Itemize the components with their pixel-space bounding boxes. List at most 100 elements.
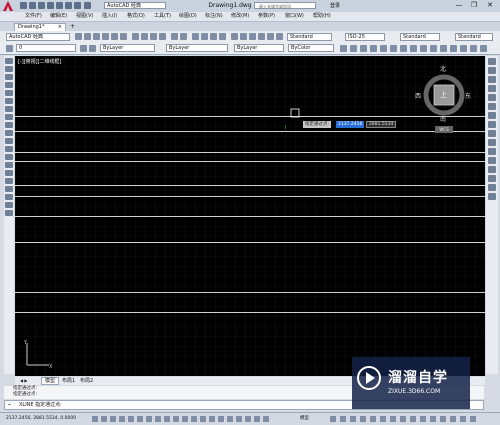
cloud-icon[interactable] [420,45,427,52]
make-current-icon[interactable] [80,45,87,52]
zoom-realtime-icon[interactable] [201,33,208,40]
search-input[interactable]: 键入关键字或短语 [254,2,316,9]
text-style-dropdown[interactable]: Standard [287,33,332,41]
print-icon[interactable] [56,2,63,9]
restore-button[interactable]: ❐ [467,1,481,10]
circle-tool-icon[interactable] [5,106,13,112]
viewcube[interactable]: 北 南 东 西 上 WCS [415,64,473,144]
arc-tool-icon[interactable] [5,98,13,104]
viewcube-south[interactable]: 南 [440,114,446,123]
markup-icon[interactable] [267,33,274,40]
layer-dropdown[interactable]: 0 [16,44,76,52]
spline-icon[interactable] [430,45,437,52]
xline[interactable] [15,242,485,243]
model-space-indicator[interactable]: 模型 [300,413,309,425]
plot-icon[interactable] [102,33,109,40]
open-icon[interactable] [84,33,91,40]
make-block-tool-icon[interactable] [5,154,13,160]
xline[interactable] [15,196,485,197]
insert-block-icon[interactable] [450,45,457,52]
dynamic-input-y[interactable]: 2881.5534 [366,121,396,128]
hatch-icon[interactable] [460,45,467,52]
ellipse-tool-icon[interactable] [5,130,13,136]
undo-icon[interactable] [65,2,72,9]
explode-tool-icon[interactable] [488,193,496,200]
dropdown-icon[interactable] [84,2,91,9]
preview-icon[interactable] [111,33,118,40]
tab-layout1[interactable]: 布局1 [59,377,78,385]
hatch-tool-icon[interactable] [5,170,13,176]
pan-icon[interactable] [192,33,199,40]
open-file-icon[interactable] [29,2,36,9]
close-button[interactable]: ✕ [483,1,497,10]
calculator-icon[interactable] [276,33,283,40]
menu-insert[interactable]: 插入(I) [102,13,117,20]
viewcube-top[interactable]: 上 [440,90,447,100]
rectangle-icon[interactable] [390,45,397,52]
polygon-icon[interactable] [380,45,387,52]
save-as-icon[interactable] [47,2,54,9]
tab-nav-arrows[interactable]: ◀ ▶ [17,377,30,385]
zoom-window-icon[interactable] [210,33,217,40]
workspace-dropdown[interactable]: AutoCAD 经典 [6,33,70,41]
layer-previous-icon[interactable] [89,45,96,52]
menu-draw[interactable]: 绘图(D) [179,13,197,20]
xline[interactable] [15,292,485,293]
text-icon[interactable] [480,45,487,52]
polygon-tool-icon[interactable] [5,82,13,88]
menu-modify[interactable]: 修改(M) [231,13,249,20]
plotstyle-dropdown[interactable]: ByColor [288,44,334,52]
spline-tool-icon[interactable] [5,122,13,128]
tool-palettes-icon[interactable] [249,33,256,40]
mirror-tool-icon[interactable] [488,76,496,83]
undo-icon[interactable] [171,33,178,40]
break-tool-icon[interactable] [488,157,496,164]
ellipse-icon[interactable] [440,45,447,52]
save-icon[interactable] [38,2,45,9]
add-selected-tool-icon[interactable] [5,210,13,216]
menu-format[interactable]: 格式(O) [127,13,145,20]
menu-file[interactable]: 文件(F) [25,13,42,20]
construction-line-icon[interactable] [360,45,367,52]
paste-icon[interactable] [150,33,157,40]
move-tool-icon[interactable] [488,103,496,110]
revcloud-tool-icon[interactable] [5,114,13,120]
viewcube-west[interactable]: 西 [415,91,421,100]
mleader-style-dropdown[interactable]: Standard [455,33,493,41]
viewport-label[interactable]: [-][俯视][二维线框] [18,58,62,65]
point-tool-icon[interactable] [5,162,13,168]
xline[interactable] [15,216,485,217]
stretch-tool-icon[interactable] [488,130,496,137]
table-style-dropdown[interactable]: Standard [400,33,440,41]
tab-layout2[interactable]: 布局2 [77,377,96,385]
menu-tools[interactable]: 工具(T) [154,13,171,20]
circle-icon[interactable] [410,45,417,52]
match-properties-icon[interactable] [159,33,166,40]
arc-icon[interactable] [400,45,407,52]
linetype-dropdown[interactable]: ByLayer [166,44,228,52]
color-dropdown[interactable]: ByLayer [100,44,155,52]
properties-icon[interactable] [231,33,238,40]
menu-view[interactable]: 视图(V) [76,13,93,20]
xline[interactable] [15,161,485,162]
cut-icon[interactable] [132,33,139,40]
array-tool-icon[interactable] [488,94,496,101]
ellipse-arc-tool-icon[interactable] [5,138,13,144]
tab-close-icon[interactable]: × [58,24,62,31]
redo-icon[interactable] [180,33,187,40]
gradient-tool-icon[interactable] [5,178,13,184]
rotate-tool-icon[interactable] [488,112,496,119]
xline[interactable] [15,152,485,153]
trim-tool-icon[interactable] [488,139,496,146]
table-tool-icon[interactable] [5,194,13,200]
erase-tool-icon[interactable] [488,58,496,65]
login-button[interactable]: 登录 [330,2,340,10]
insert-tool-icon[interactable] [5,146,13,152]
new-file-icon[interactable] [20,2,27,9]
minimize-button[interactable]: — [452,1,466,10]
save-icon[interactable] [93,33,100,40]
menu-edit[interactable]: 编辑(E) [50,13,67,20]
copy-tool-icon[interactable] [488,67,496,74]
line-icon[interactable] [350,45,357,52]
join-tool-icon[interactable] [488,166,496,173]
